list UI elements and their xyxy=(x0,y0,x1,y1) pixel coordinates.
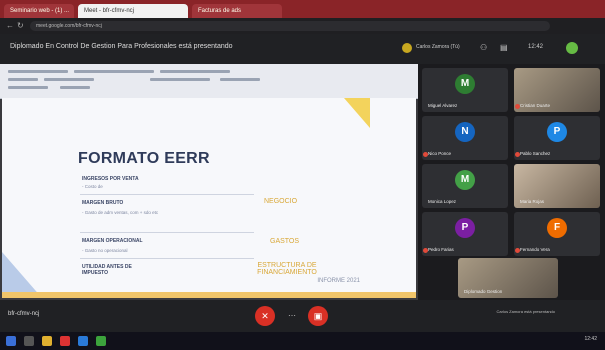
divider xyxy=(80,194,254,195)
slide-stripe xyxy=(2,292,416,298)
participant-avatar: M xyxy=(455,74,475,94)
clock-text: 12:42 xyxy=(528,44,544,50)
divider xyxy=(80,258,254,259)
participant-tile[interactable]: M Monica Lopez xyxy=(422,164,508,208)
presenting-title: Diplomado En Control De Gestion Para Pro… xyxy=(10,43,233,50)
participant-name: Pablo Sanchez xyxy=(520,151,551,156)
chat-icon[interactable]: ▤ xyxy=(500,43,508,52)
participant-avatar: P xyxy=(547,122,567,142)
slide-note: GASTOS xyxy=(270,238,300,245)
participant-avatar: P xyxy=(455,218,475,238)
participant-tile[interactable]: Diplomado Gestion xyxy=(458,258,558,298)
browser-icon[interactable] xyxy=(60,336,70,346)
meeting-code: bfr-cfmv-ncj xyxy=(8,311,40,317)
participant-tile[interactable]: P Pablo Sanchez xyxy=(514,116,600,160)
row-sub: - Gasto de adm ventas, com + sdo etc xyxy=(82,210,159,215)
folder-icon[interactable] xyxy=(42,336,52,346)
participant-name: Nico Ponce xyxy=(428,151,452,156)
taskbar-clock: 12:42 xyxy=(584,336,597,342)
call-controls-bar: bfr-cfmv-ncj ✕ ⋯ ▣ Carlos Zamora está pr… xyxy=(0,300,605,332)
participant-tile[interactable]: N Nico Ponce xyxy=(422,116,508,160)
more-options-button[interactable]: ⋯ xyxy=(282,306,302,326)
mic-off-icon: ✕ xyxy=(261,311,269,321)
participant-name: Miguel Alvarez xyxy=(428,103,458,108)
app-icon[interactable] xyxy=(78,336,88,346)
app-icon[interactable] xyxy=(96,336,106,346)
participant-name: Fernando Vera xyxy=(520,247,550,252)
mic-toggle-button[interactable]: ✕ xyxy=(255,306,275,326)
participant-name: Maria Rojas xyxy=(520,199,545,204)
participant-name: Cristian Duarte xyxy=(520,103,551,108)
search-icon[interactable] xyxy=(24,336,34,346)
row-sub: - Costo de xyxy=(82,184,103,189)
row-label: MARGEN BRUTO xyxy=(82,200,124,206)
participant-tile[interactable]: M Miguel Alvarez xyxy=(422,68,508,112)
browser-tab-bar: Seminario web - (1) ... Meet - bfr-cfmv-… xyxy=(0,0,605,18)
participant-avatar: M xyxy=(455,170,475,190)
os-taskbar: 12:42 xyxy=(0,332,605,350)
slide-title: FORMATO EERR xyxy=(78,150,210,167)
slide-footer: INFORME 2021 xyxy=(317,278,360,284)
browser-tab[interactable]: Seminario web - (1) ... xyxy=(4,4,74,18)
row-label: UTILIDAD ANTES DE IMPUESTO xyxy=(82,264,132,276)
camera-off-icon: ▣ xyxy=(313,311,323,321)
participant-name: Pedro Farias xyxy=(428,247,454,252)
participant-name: Diplomado Gestion xyxy=(464,289,503,294)
presenter-chip: Carlos Zamora (Tú) xyxy=(416,44,460,50)
participant-tile[interactable]: P Pedro Farias xyxy=(422,212,508,256)
slide-note: ESTRUCTURA DE FINANCIAMIENTO xyxy=(257,262,317,276)
participant-tile[interactable]: Maria Rojas xyxy=(514,164,600,208)
start-icon[interactable] xyxy=(6,336,16,346)
row-label: INGRESOS POR VENTA xyxy=(82,176,139,182)
row-label: MARGEN OPERACIONAL xyxy=(82,238,143,244)
reload-icon[interactable]: ↻ xyxy=(17,21,24,30)
slide: FORMATO EERR INGRESOS POR VENTA - Costo … xyxy=(2,98,416,298)
presentation-area: FORMATO EERR INGRESOS POR VENTA - Costo … xyxy=(0,64,418,300)
address-bar-row: ← ↻ meet.google.com/bfr-cfmv-ncj xyxy=(0,18,605,34)
presenter-avatar xyxy=(402,43,412,53)
participant-name: Monica Lopez xyxy=(428,199,457,204)
people-icon[interactable]: ⚇ xyxy=(480,43,487,52)
user-avatar[interactable] xyxy=(566,42,578,54)
participant-tile[interactable]: Cristian Duarte xyxy=(514,68,600,112)
presenting-status: Carlos Zamora está presentando xyxy=(496,309,555,314)
url-input[interactable]: meet.google.com/bfr-cfmv-ncj xyxy=(30,21,550,31)
divider xyxy=(80,232,254,233)
browser-tab-active[interactable]: Meet - bfr-cfmv-ncj xyxy=(78,4,188,18)
browser-tab[interactable]: Facturas de ads xyxy=(192,4,282,18)
row-sub: - Gasto no operacional xyxy=(82,248,128,253)
camera-toggle-button[interactable]: ▣ xyxy=(308,306,328,326)
slide-corner-decoration xyxy=(344,98,370,128)
slide-note: NEGOCIO xyxy=(264,198,298,205)
back-icon[interactable]: ← xyxy=(6,21,14,30)
participant-avatar: N xyxy=(455,122,475,142)
participant-tile[interactable]: F Fernando Vera xyxy=(514,212,600,256)
meeting-top-bar: Diplomado En Control De Gestion Para Pro… xyxy=(0,34,605,64)
participant-avatar: F xyxy=(547,218,567,238)
participants-grid: M Miguel Alvarez Cristian Duarte N Nico … xyxy=(418,64,605,300)
app-ribbon xyxy=(0,64,418,99)
